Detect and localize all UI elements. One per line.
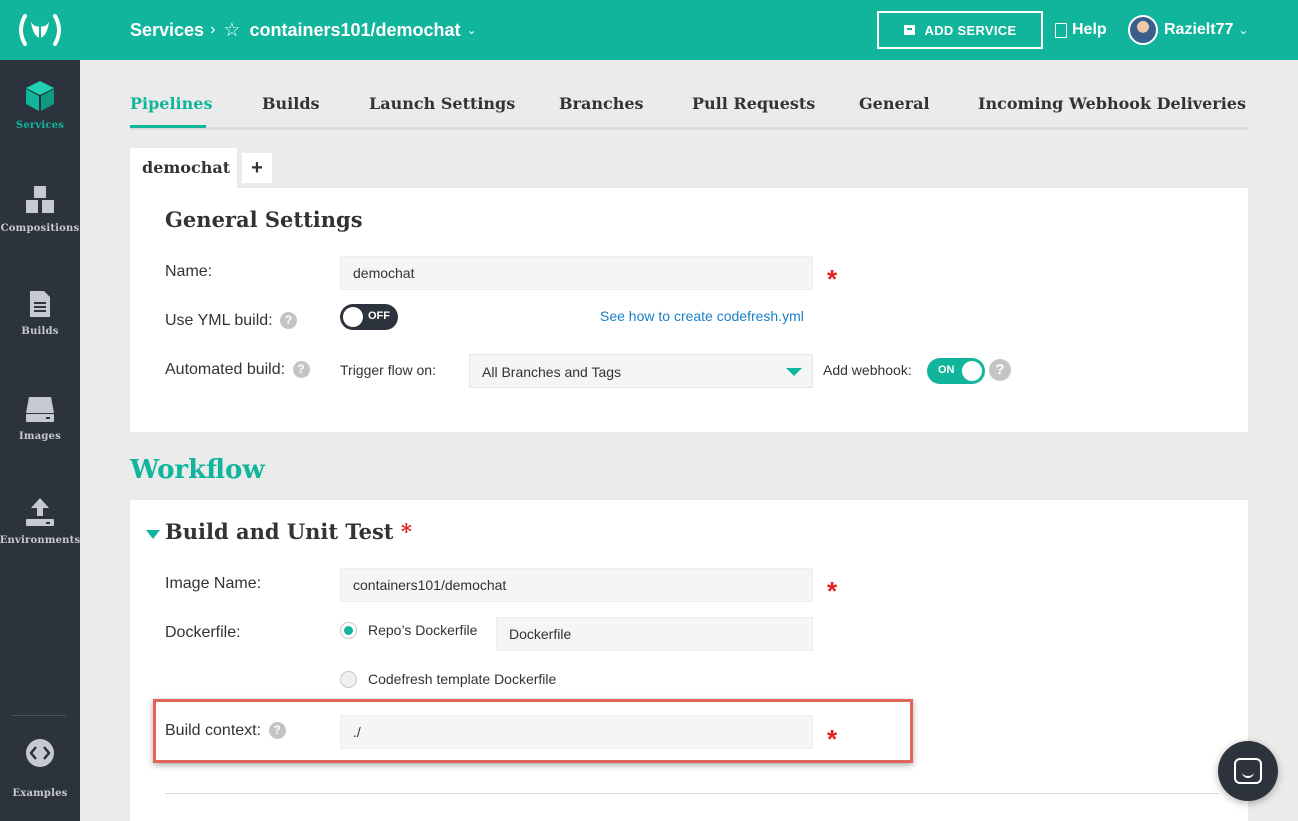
chevron-down-icon[interactable]: ⌄ [467, 23, 477, 37]
avatar [1128, 15, 1158, 45]
tab-pipelines[interactable]: Pipelines [130, 94, 212, 113]
dockerfile-path-input[interactable]: Dockerfile [496, 617, 813, 651]
sidebar-label: Examples [12, 788, 68, 799]
add-pipeline-button[interactable]: + [242, 153, 272, 183]
sidebar-item-services[interactable]: Services [0, 80, 80, 131]
codefresh-yml-link[interactable]: See how to create codefresh.yml [600, 308, 804, 324]
build-step-panel [130, 500, 1248, 821]
help-link[interactable]: Help [1055, 0, 1107, 60]
tab-builds[interactable]: Builds [262, 94, 320, 113]
yml-build-text: Use YML build: [165, 312, 273, 329]
add-service-button[interactable]: ADD SERVICE [877, 11, 1043, 49]
sidebar-item-examples[interactable]: Examples [0, 738, 80, 799]
name-label: Name: [165, 263, 213, 280]
required-mark: * [827, 576, 838, 606]
sidebar: Services Compositions Builds Images Envi… [0, 0, 80, 821]
toggle-knob [962, 361, 982, 381]
chat-widget-button[interactable] [1218, 741, 1278, 801]
code-icon [26, 739, 54, 767]
build-step-title-text: Build and Unit Test [165, 519, 394, 544]
tab-incoming-webhook-deliveries[interactable]: Incoming Webhook Deliveries [978, 94, 1246, 113]
breadcrumb-repo[interactable]: containers101/demochat [249, 20, 460, 41]
sidebar-item-environments[interactable]: Environments [0, 497, 80, 546]
add-webhook-toggle[interactable]: ON [927, 358, 985, 384]
name-input[interactable]: demochat [340, 256, 813, 290]
trigger-flow-value: All Branches and Tags [482, 364, 622, 380]
sidebar-label: Compositions [0, 223, 80, 234]
build-step-title: Build and Unit Test * [165, 519, 412, 544]
required-mark: * [400, 519, 412, 544]
image-name-label: Image Name: [165, 575, 262, 592]
repo-dockerfile-radio[interactable] [340, 622, 357, 639]
document-icon [1055, 22, 1067, 38]
general-settings-title: General Settings [165, 207, 363, 232]
trigger-flow-select[interactable]: All Branches and Tags [469, 354, 813, 388]
image-name-input[interactable]: containers101/demochat [340, 568, 813, 602]
sidebar-label: Environments [0, 535, 81, 546]
sidebar-item-builds[interactable]: Builds [0, 290, 80, 337]
yml-build-toggle[interactable]: OFF [340, 304, 398, 330]
template-dockerfile-label[interactable]: Codefresh template Dockerfile [368, 671, 556, 687]
tab-branches[interactable]: Branches [559, 94, 644, 113]
cubes-icon [26, 186, 54, 213]
yml-build-label: Use YML build: ? [165, 312, 298, 330]
trigger-flow-label: Trigger flow on: [340, 362, 436, 378]
required-mark: * [827, 264, 838, 294]
toggle-knob [343, 307, 363, 327]
username: Razielt77 [1164, 21, 1234, 38]
archive-icon [903, 25, 915, 35]
help-icon[interactable]: ? [292, 361, 310, 378]
pipeline-tab-demochat[interactable]: demochat [130, 148, 237, 188]
cube-icon [26, 81, 54, 111]
tab-general[interactable]: General [859, 94, 930, 113]
help-icon[interactable]: ? [280, 312, 298, 329]
tab-launch-settings[interactable]: Launch Settings [369, 94, 515, 113]
service-tabs: Pipelines Builds Launch Settings Branche… [130, 90, 1248, 130]
document-icon [30, 291, 50, 317]
toggle-text: ON [938, 364, 955, 376]
help-label: Help [1072, 21, 1107, 38]
repo-dockerfile-label[interactable]: Repo’s Dockerfile [368, 622, 477, 638]
codefresh-logo[interactable] [0, 0, 80, 60]
sidebar-label: Services [15, 120, 65, 131]
automated-build-label: Automated build: ? [165, 361, 310, 379]
add-webhook-label: Add webhook: [823, 362, 912, 378]
breadcrumb: Services › ☆ containers101/demochat ⌄ [130, 0, 477, 60]
help-icon[interactable]: ? [989, 359, 1011, 381]
caret-down-icon [786, 368, 802, 376]
template-dockerfile-radio[interactable] [340, 671, 357, 688]
automated-build-text: Automated build: [165, 361, 286, 378]
drive-icon [26, 397, 54, 422]
top-bar: Services › ☆ containers101/demochat ⌄ AD… [80, 0, 1298, 60]
sidebar-item-images[interactable]: Images [0, 395, 80, 442]
section-divider [165, 793, 1219, 794]
sidebar-label: Builds [21, 326, 59, 337]
dockerfile-label: Dockerfile: [165, 624, 241, 641]
highlight-box [153, 699, 913, 763]
chat-icon [1234, 758, 1262, 784]
tab-pull-requests[interactable]: Pull Requests [692, 94, 815, 113]
sidebar-label: Images [19, 431, 61, 442]
add-service-label: ADD SERVICE [924, 22, 1017, 38]
workflow-title: Workflow [130, 455, 265, 485]
chevron-down-icon: ⌄ [1238, 23, 1249, 37]
toggle-text: OFF [368, 310, 390, 322]
star-icon[interactable]: ☆ [223, 19, 240, 42]
active-tab-indicator [130, 125, 206, 128]
breadcrumb-separator: › [210, 21, 216, 38]
sidebar-divider [12, 715, 66, 716]
user-menu[interactable]: Razielt77 ⌄ [1128, 0, 1248, 60]
upload-icon [26, 498, 54, 526]
breadcrumb-services[interactable]: Services [130, 20, 204, 41]
collapse-triangle-icon[interactable] [146, 530, 160, 539]
sidebar-item-compositions[interactable]: Compositions [0, 185, 80, 234]
